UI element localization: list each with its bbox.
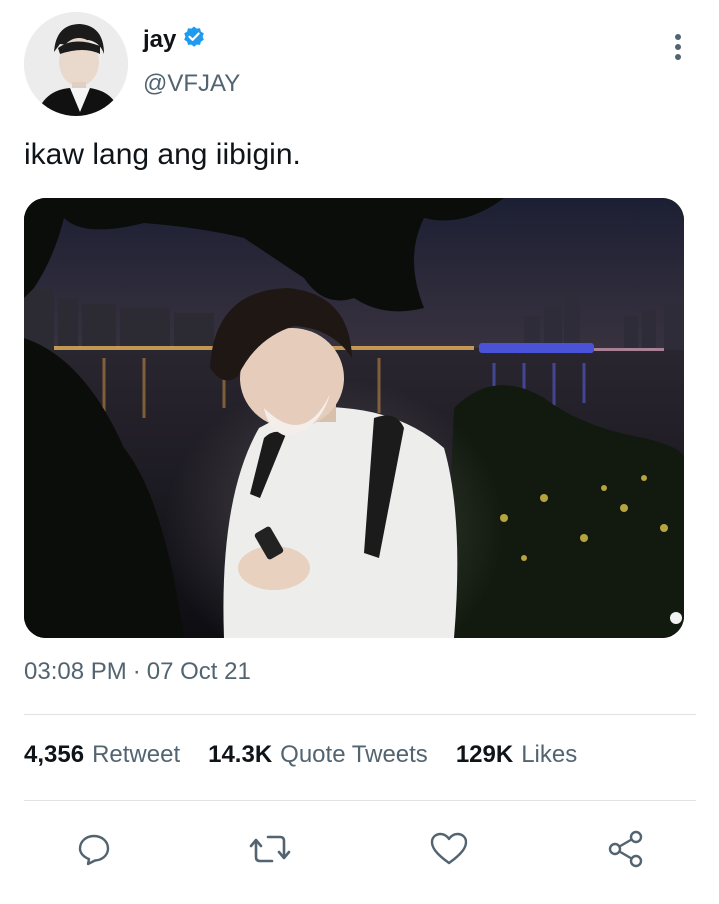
retweet-icon[interactable] <box>248 827 292 871</box>
comment-icon[interactable] <box>72 827 116 871</box>
engagement-stats: 4,356 Retweet 14.3K Quote Tweets 129K Likes <box>24 741 577 769</box>
display-name[interactable]: jay <box>143 26 176 54</box>
tweet-photo[interactable] <box>24 198 684 638</box>
divider <box>24 800 696 801</box>
quote-label: Quote Tweets <box>280 741 428 768</box>
retweet-count: 4,356 <box>24 741 85 768</box>
verified-badge-icon <box>182 25 206 54</box>
meta-separator: · <box>132 658 141 685</box>
more-options-icon[interactable] <box>664 30 692 64</box>
likes-stat[interactable]: 129K Likes <box>456 741 577 769</box>
user-name-row[interactable]: jay <box>143 25 206 54</box>
photo-image <box>24 198 684 638</box>
retweet-stat[interactable]: 4,356 Retweet <box>24 741 180 769</box>
tweet-timestamp[interactable]: 03:08 PM · 07 Oct 21 <box>24 658 251 686</box>
tweet-text: ikaw lang ang iibigin. <box>24 138 301 171</box>
quote-count: 14.3K <box>208 741 273 768</box>
tweet-date: 07 Oct 21 <box>146 658 251 685</box>
heart-icon[interactable] <box>427 827 471 871</box>
avatar-image <box>24 12 128 116</box>
retweet-label: Retweet <box>92 741 181 768</box>
avatar[interactable] <box>24 12 128 116</box>
divider <box>24 714 696 715</box>
likes-label: Likes <box>521 741 578 768</box>
user-handle[interactable]: @VFJAY <box>143 70 240 98</box>
share-icon[interactable] <box>604 827 648 871</box>
quote-stat[interactable]: 14.3K Quote Tweets <box>208 741 428 769</box>
tweet-time: 03:08 PM <box>24 658 127 685</box>
likes-count: 129K <box>455 741 514 768</box>
